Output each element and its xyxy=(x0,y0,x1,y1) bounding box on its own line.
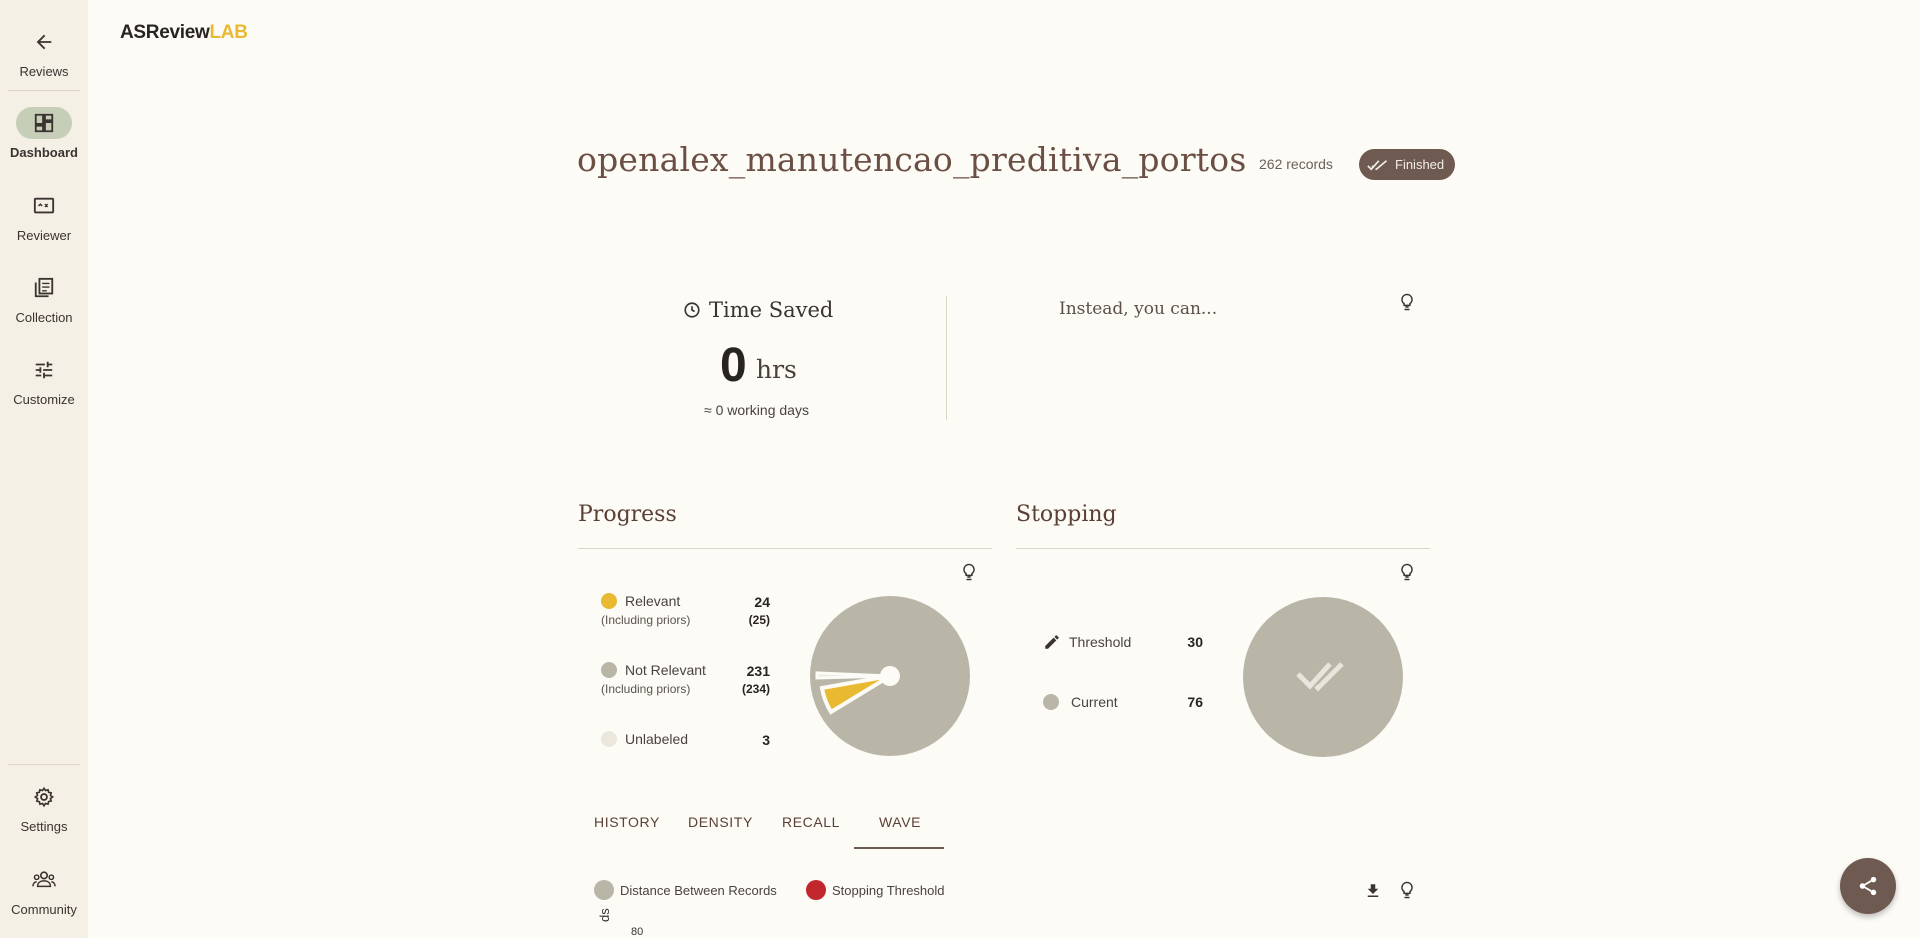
relevant-total: (25) xyxy=(748,613,770,627)
stopping-title: Stopping xyxy=(1016,502,1117,527)
status-label: Finished xyxy=(1395,157,1445,172)
relevant-label: Relevant xyxy=(625,593,681,609)
instead-text: Instead, you can... xyxy=(1059,299,1218,319)
sidebar-divider xyxy=(8,764,80,765)
chart-y-label: ds xyxy=(597,908,612,922)
sidebar-item-reviewer[interactable]: Reviewer xyxy=(0,190,88,243)
stopping-threshold-dot xyxy=(806,880,826,900)
stopping-circle-chart xyxy=(1243,597,1403,757)
sidebar-item-label: Reviewer xyxy=(16,228,72,243)
tab-wave[interactable]: WAVE xyxy=(879,814,921,830)
progress-title: Progress xyxy=(578,502,677,527)
community-icon xyxy=(16,864,72,896)
active-tab-indicator xyxy=(854,847,944,849)
sidebar-item-dashboard[interactable]: Dashboard xyxy=(0,107,88,160)
threshold-value: 30 xyxy=(1187,634,1203,650)
time-saved-days: ≈ 0 working days xyxy=(704,402,809,418)
sidebar-item-label: Settings xyxy=(20,819,68,834)
progress-pie-chart xyxy=(810,596,970,756)
arrow-back-icon xyxy=(16,26,72,58)
logo-main: ASReview xyxy=(120,22,210,43)
tab-history[interactable]: HISTORY xyxy=(594,814,660,830)
legend-relevant: Relevant xyxy=(601,593,680,609)
legend-distance[interactable]: Distance Between Records xyxy=(594,880,777,900)
legend-unlabeled: Unlabeled xyxy=(601,731,688,747)
status-badge[interactable]: Finished xyxy=(1359,149,1455,180)
sidebar-item-reviews[interactable]: Reviews xyxy=(0,26,88,79)
relevant-dot xyxy=(601,593,617,609)
current-value: 76 xyxy=(1187,694,1203,710)
tune-icon xyxy=(16,354,72,386)
logo-accent: LAB xyxy=(209,22,248,43)
time-saved-divider xyxy=(946,296,947,420)
threshold-label: Threshold xyxy=(1069,634,1132,650)
lightbulb-icon[interactable] xyxy=(1397,562,1417,582)
lightbulb-icon[interactable] xyxy=(959,562,979,582)
unlabeled-dot xyxy=(601,731,617,747)
time-saved-title: Time Saved xyxy=(683,298,833,322)
sidebar-item-settings[interactable]: Settings xyxy=(0,781,88,834)
unlabeled-label: Unlabeled xyxy=(625,731,689,747)
sidebar: Reviews Dashboard Reviewer Collection Cu… xyxy=(0,0,88,938)
relevant-value: 24 xyxy=(754,594,770,610)
sidebar-item-label: Dashboard xyxy=(10,145,78,160)
legend-not-relevant: Not Relevant xyxy=(601,662,706,678)
not-relevant-total: (234) xyxy=(741,682,770,696)
clock-icon xyxy=(684,302,700,318)
legend-stopping-threshold[interactable]: Stopping Threshold xyxy=(806,880,945,900)
collection-icon xyxy=(16,272,72,304)
sidebar-item-community[interactable]: Community xyxy=(0,864,88,917)
stopping-circle xyxy=(1243,597,1403,757)
lightbulb-icon[interactable] xyxy=(1397,292,1417,312)
sidebar-divider xyxy=(8,90,80,91)
sidebar-item-label: Community xyxy=(11,902,77,917)
tab-recall[interactable]: RECALL xyxy=(782,814,840,830)
lightbulb-icon[interactable] xyxy=(1397,880,1417,900)
share-button[interactable] xyxy=(1840,858,1896,914)
not-relevant-sub: (Including priors) xyxy=(601,682,691,696)
time-saved-value: 0 xyxy=(720,339,747,392)
current-label: Current xyxy=(1071,694,1118,710)
sidebar-item-label: Reviews xyxy=(19,64,69,79)
app-logo[interactable]: ASReviewLAB xyxy=(120,22,248,44)
done-all-icon xyxy=(1367,159,1388,170)
not-relevant-label: Not Relevant xyxy=(625,662,706,678)
relevant-sub: (Including priors) xyxy=(601,613,691,627)
sidebar-item-label: Collection xyxy=(15,310,73,325)
records-count: 262 records xyxy=(1259,156,1333,172)
distance-label: Distance Between Records xyxy=(620,882,777,898)
tab-density[interactable]: DENSITY xyxy=(688,814,753,830)
stopping-threshold-row[interactable]: Threshold xyxy=(1043,633,1131,651)
sidebar-item-collection[interactable]: Collection xyxy=(0,272,88,325)
sidebar-item-label: Customize xyxy=(13,392,75,407)
pie-center xyxy=(880,666,900,686)
stopping-divider xyxy=(1016,548,1430,549)
time-saved-label: Time Saved xyxy=(709,298,834,322)
not-relevant-value: 231 xyxy=(746,663,770,679)
edit-icon[interactable] xyxy=(1043,633,1061,651)
progress-divider xyxy=(578,548,992,549)
distance-dot xyxy=(594,880,614,900)
chart-y-tick: 80 xyxy=(631,926,644,938)
project-title: openalex_manutencao_preditiva_portos xyxy=(577,140,1247,179)
dashboard-icon xyxy=(16,107,72,139)
unlabeled-value: 3 xyxy=(762,732,770,748)
not-relevant-dot xyxy=(601,662,617,678)
gear-icon xyxy=(16,781,72,813)
stopping-current-row: Current xyxy=(1043,694,1118,710)
download-icon[interactable] xyxy=(1364,882,1382,900)
stopping-threshold-label: Stopping Threshold xyxy=(832,882,945,898)
share-icon xyxy=(1859,876,1877,896)
current-dot xyxy=(1043,694,1059,710)
time-saved-unit: hrs xyxy=(756,355,797,384)
sidebar-item-customize[interactable]: Customize xyxy=(0,354,88,407)
reviewer-icon xyxy=(16,190,72,222)
